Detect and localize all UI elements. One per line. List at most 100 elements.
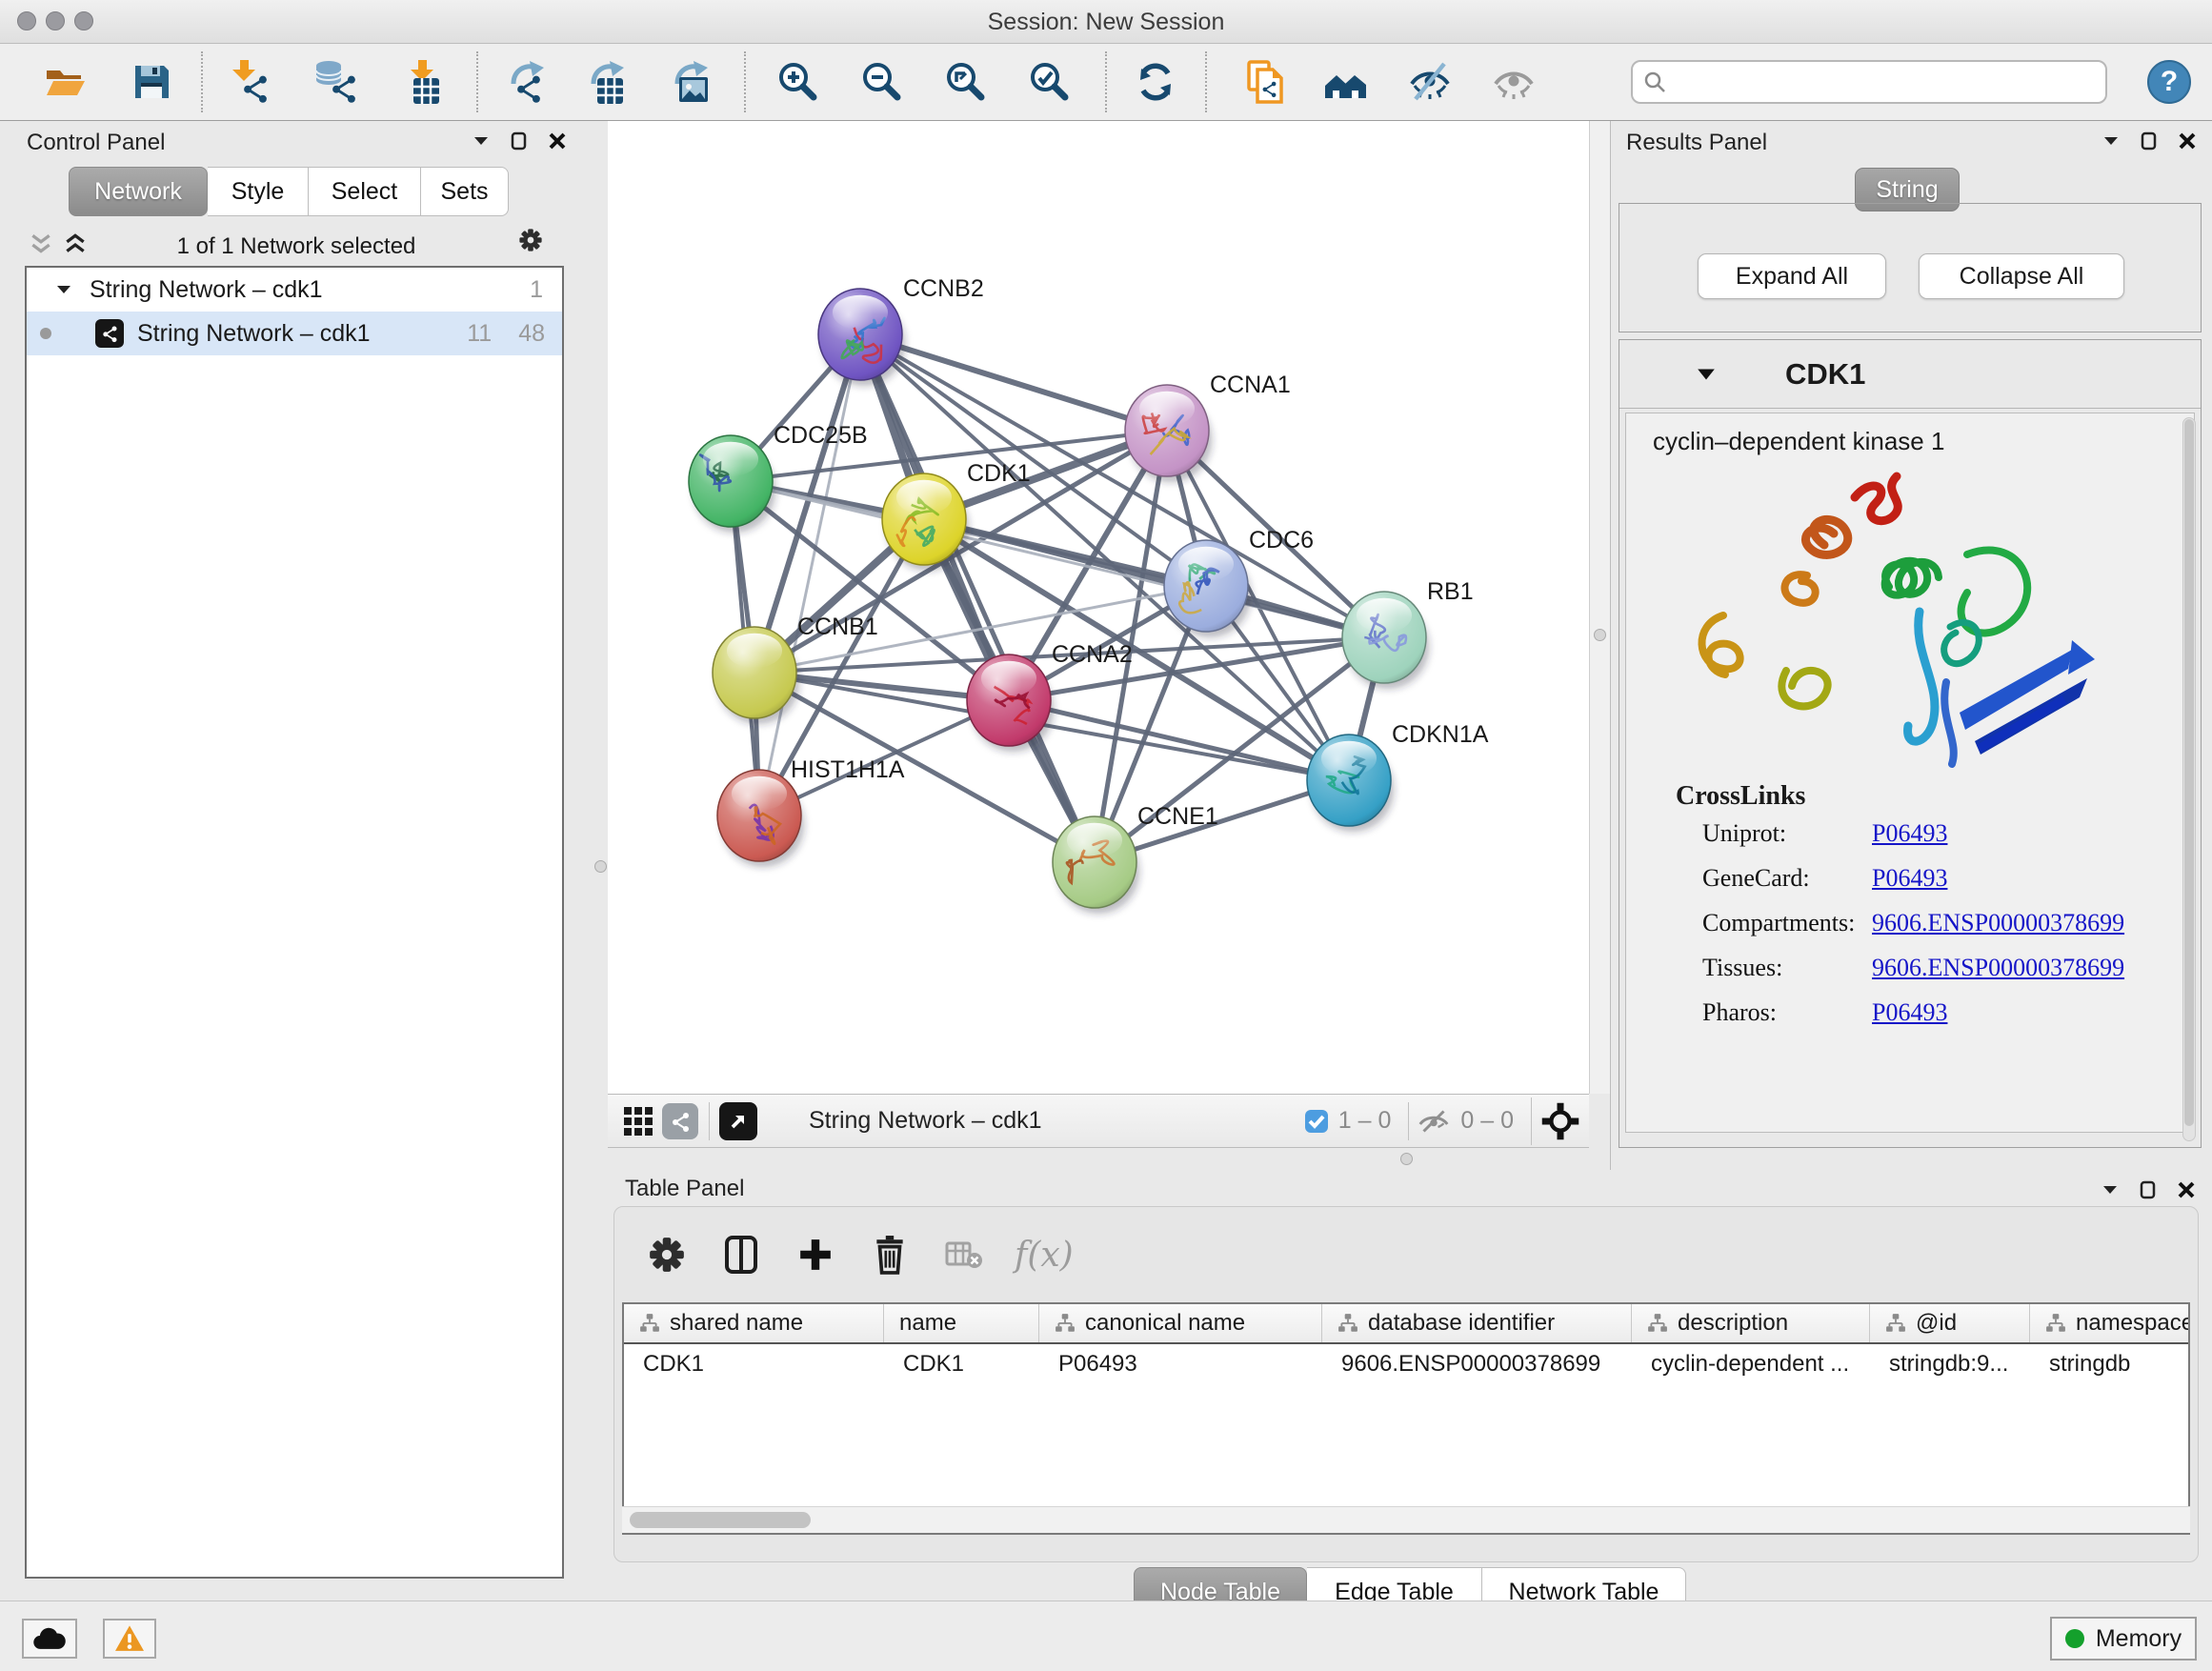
protein-section-header[interactable]: CDK1 [1619, 340, 2201, 409]
export-network-button[interactable] [499, 51, 554, 112]
results-panel-float-icon[interactable] [2137, 129, 2162, 153]
crosslink-link[interactable]: 9606.ENSP00000378699 [1872, 909, 2124, 954]
table-cell[interactable]: CDK1 [884, 1344, 1039, 1384]
first-neighbors-button[interactable] [1318, 51, 1374, 112]
show-all-button[interactable] [1486, 51, 1541, 112]
table-horizontal-scrollbar[interactable] [622, 1506, 2190, 1533]
crosslink-link[interactable]: P06493 [1872, 819, 1947, 864]
network-label: String Network – cdk1 [137, 320, 371, 348]
table-cell[interactable]: stringdb:9... [1870, 1344, 2030, 1384]
protein-disclosure-icon[interactable] [1696, 364, 1717, 385]
import-table-from-file-button[interactable] [394, 51, 450, 112]
export-image-button[interactable] [663, 51, 718, 112]
results-scrollbar[interactable] [2182, 417, 2196, 1141]
export-network-icon [504, 59, 550, 105]
table-cell[interactable]: P06493 [1039, 1344, 1322, 1384]
network-edge[interactable] [860, 334, 1167, 431]
search-input[interactable] [1667, 68, 2105, 96]
network-node-ccna1[interactable]: CCNA1 [1125, 372, 1291, 482]
network-collection-row[interactable]: String Network – cdk1 1 [27, 268, 562, 312]
collapse-all-button[interactable]: Collapse All [1919, 253, 2124, 299]
memory-button[interactable]: Memory [2050, 1617, 2197, 1661]
column-header-canonical-name[interactable]: canonical name [1039, 1304, 1322, 1342]
table-cell[interactable]: stringdb [2030, 1344, 2190, 1384]
network-node-cdkn1a[interactable]: CDKN1A [1307, 721, 1489, 832]
column-header-name[interactable]: name [884, 1304, 1039, 1342]
protein-description: cyclin–dependent kinase 1 [1653, 427, 1944, 456]
tab-style[interactable]: Style [208, 167, 309, 216]
pan-crosshair-icon[interactable] [1539, 1102, 1581, 1140]
column-header-database-identifier[interactable]: database identifier [1322, 1304, 1632, 1342]
right-splitter-grip[interactable] [1594, 629, 1606, 641]
column-header--id[interactable]: @id [1870, 1304, 2030, 1342]
table-cell[interactable]: CDK1 [624, 1344, 884, 1384]
export-table-button[interactable] [579, 51, 634, 112]
selected-checkbox-icon[interactable] [1304, 1109, 1329, 1134]
table-scrollbar-thumb[interactable] [630, 1512, 811, 1528]
node-gloss-highlight [1178, 547, 1234, 581]
zoom-in-button[interactable] [770, 51, 825, 112]
expand-all-button[interactable]: Expand All [1698, 253, 1886, 299]
network-node-hist1h1a[interactable]: HIST1H1A [717, 756, 905, 867]
crosslink-link[interactable]: 9606.ENSP00000378699 [1872, 954, 2124, 998]
network-edge[interactable] [759, 334, 860, 815]
control-panel-float-icon[interactable] [507, 129, 532, 153]
collection-label: String Network – cdk1 [90, 276, 323, 304]
collection-disclosure-icon[interactable] [55, 281, 72, 298]
cloud-button[interactable] [22, 1619, 77, 1659]
column-header-shared-name[interactable]: shared name [624, 1304, 884, 1342]
control-panel-tabs: NetworkStyleSelectSets [69, 167, 509, 216]
control-panel-menu-icon[interactable] [469, 129, 493, 153]
network-row[interactable]: String Network – cdk1 11 48 [27, 312, 562, 355]
table-panel-close-icon[interactable] [2174, 1178, 2199, 1202]
open-in-new-window-icon[interactable] [717, 1102, 759, 1140]
tab-sets[interactable]: Sets [421, 167, 509, 216]
show-columns-icon[interactable] [717, 1231, 765, 1278]
help-button[interactable]: ? [2147, 60, 2191, 104]
import-network-from-database-button[interactable] [309, 51, 364, 112]
left-splitter-grip[interactable] [594, 860, 607, 873]
table-panel-menu-icon[interactable] [2098, 1178, 2122, 1202]
results-panel-close-icon[interactable] [2175, 129, 2200, 153]
table-settings-gear-icon[interactable] [643, 1231, 691, 1278]
zoom-out-button[interactable] [854, 51, 909, 112]
save-session-button[interactable] [124, 51, 179, 112]
table-row[interactable]: CDK1CDK1P064939606.ENSP00000378699cyclin… [624, 1344, 2188, 1384]
create-column-plus-icon[interactable] [792, 1231, 839, 1278]
column-header-description[interactable]: description [1632, 1304, 1870, 1342]
zoom-fit-button[interactable] [937, 51, 993, 112]
network-options-gear-icon[interactable] [518, 228, 543, 252]
control-panel-close-icon[interactable] [545, 129, 570, 153]
network-node-cdk1[interactable]: CDK1 [882, 460, 1031, 571]
zoom-selected-button[interactable] [1021, 51, 1076, 112]
import-network-from-file-button[interactable] [221, 51, 276, 112]
table-panel-float-icon[interactable] [2136, 1178, 2161, 1202]
table-cell[interactable]: 9606.ENSP00000378699 [1322, 1344, 1632, 1384]
network-node-ccne1[interactable]: CCNE1 [1053, 803, 1218, 914]
column-header-label: database identifier [1368, 1310, 1555, 1337]
refresh-view-button[interactable] [1128, 51, 1183, 112]
warnings-button[interactable] [103, 1619, 156, 1659]
left-splitter[interactable] [593, 121, 608, 1601]
right-splitter[interactable] [1589, 121, 1610, 1094]
network-share-icon[interactable] [659, 1102, 701, 1140]
horizontal-splitter-grip[interactable] [1400, 1153, 1413, 1165]
results-panel-menu-icon[interactable] [2099, 129, 2123, 153]
crosslink-row: Compartments:9606.ENSP00000378699 [1702, 909, 2179, 954]
node-table: shared namenamecanonical name database id… [622, 1302, 2190, 1535]
birds-eye-grid-icon[interactable] [617, 1102, 659, 1140]
results-scrollbar-thumb[interactable] [2184, 419, 2194, 1126]
hide-selected-icon [1407, 59, 1453, 105]
crosslink-link[interactable]: P06493 [1872, 998, 1947, 1043]
copy-network-button[interactable] [1238, 51, 1294, 112]
network-node-rb1[interactable]: RB1 [1342, 578, 1474, 689]
hide-selected-button[interactable] [1402, 51, 1458, 112]
open-file-button[interactable] [38, 51, 93, 112]
crosslink-link[interactable]: P06493 [1872, 864, 1947, 909]
delete-column-trash-icon[interactable] [866, 1231, 914, 1278]
column-header-namespace[interactable]: namespace [2030, 1304, 2190, 1342]
tab-select[interactable]: Select [309, 167, 421, 216]
title-bar: Session: New Session [0, 0, 2212, 44]
tab-network[interactable]: Network [69, 167, 208, 216]
table-cell[interactable]: cyclin-dependent ... [1632, 1344, 1870, 1384]
